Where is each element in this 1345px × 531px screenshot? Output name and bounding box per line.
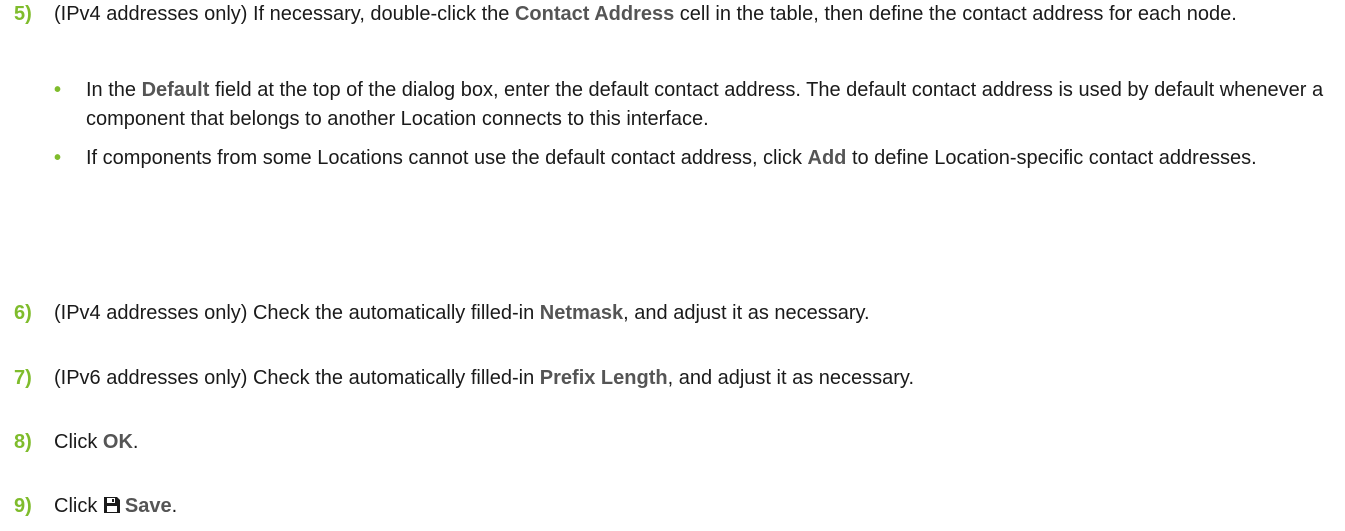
step-number: 8)	[14, 431, 32, 453]
step-text-post: cell in the table, then define the conta…	[674, 3, 1237, 25]
step-text: (IPv4 addresses only) Check the automati…	[54, 299, 1334, 328]
ui-term-add: Add	[807, 147, 847, 169]
step-9: 9) Click Save.	[14, 492, 1334, 523]
step-7: 7) (IPv6 addresses only) Check the autom…	[14, 364, 1334, 393]
step-text-post: , and adjust it as necessary.	[623, 302, 870, 324]
bullet-text-post: to define Location-specific contact addr…	[846, 147, 1257, 169]
step-text: Click Save.	[54, 492, 1334, 523]
step-8: 8) Click OK.	[14, 428, 1334, 457]
save-icon	[103, 494, 121, 523]
step-text-post: .	[132, 431, 139, 453]
ui-term-save: Save	[124, 495, 172, 517]
step-text: (IPv6 addresses only) Check the automati…	[54, 364, 1334, 393]
ui-term-prefix-length: Prefix Length	[539, 367, 668, 389]
step-number: 9)	[14, 495, 32, 517]
ui-term-default: Default	[141, 79, 210, 101]
ui-term-ok: OK	[102, 431, 133, 453]
step-text-post: .	[171, 495, 178, 517]
step-text-pre: (IPv4 addresses only) If necessary, doub…	[54, 3, 515, 25]
step-5: 5) (IPv4 addresses only) If necessary, d…	[14, 0, 1334, 29]
step-text-pre: Click	[54, 431, 103, 453]
bullet-item: • If components from some Locations cann…	[54, 144, 1334, 173]
bullet-item: • In the Default field at the top of the…	[54, 76, 1334, 134]
step-text: (IPv4 addresses only) If necessary, doub…	[54, 0, 1334, 29]
step-text-pre: (IPv4 addresses only) Check the automati…	[54, 302, 540, 324]
ui-term-contact-address: Contact Address	[514, 3, 675, 25]
bullet-marker: •	[54, 147, 62, 169]
step-text: Click OK.	[54, 428, 1334, 457]
step-number: 7)	[14, 367, 32, 389]
step-text-pre: Click	[54, 495, 103, 517]
bullet-text-pre: If components from some Locations cannot…	[86, 147, 808, 169]
step-text-pre: (IPv6 addresses only) Check the automati…	[54, 367, 540, 389]
bullet-marker: •	[54, 79, 62, 101]
ui-term-netmask: Netmask	[539, 302, 624, 324]
step-number: 6)	[14, 302, 32, 324]
step-6: 6) (IPv4 addresses only) Check the autom…	[14, 299, 1334, 328]
step-number: 5)	[14, 3, 32, 25]
step-text-post: , and adjust it as necessary.	[667, 367, 915, 389]
bullet-text-post: field at the top of the dialog box, ente…	[86, 79, 1324, 130]
bullet-text-pre: In the	[86, 79, 142, 101]
document-page: 5) (IPv4 addresses only) If necessary, d…	[0, 0, 1345, 531]
step-5-bullets: • In the Default field at the top of the…	[54, 76, 1334, 183]
